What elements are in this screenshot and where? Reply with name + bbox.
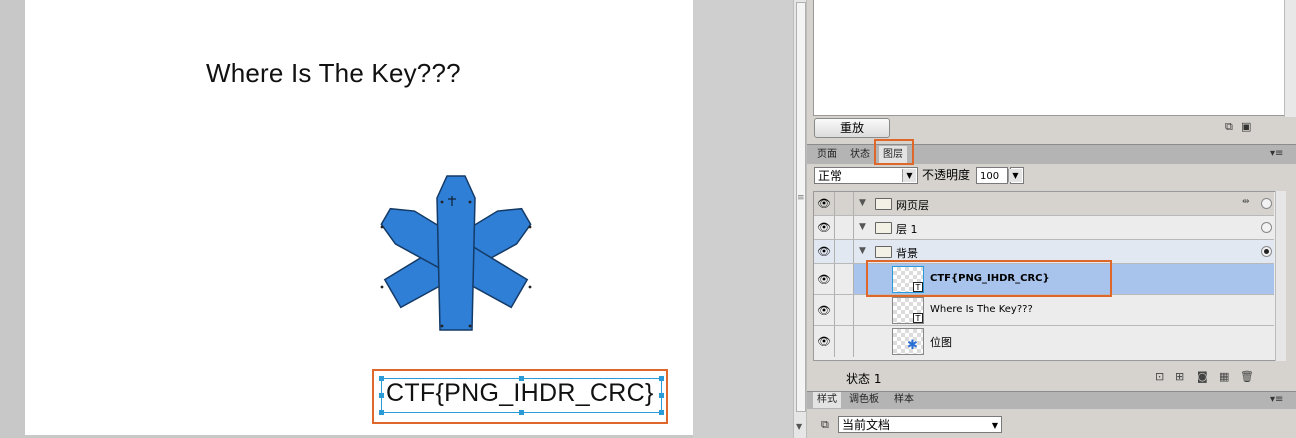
visibility-toggle[interactable]: 👁 [814,216,835,239]
opacity-label: 不透明度 [922,168,971,182]
expand-triangle-icon[interactable]: ▼ [859,246,866,256]
save-steps-icon[interactable]: ▣ [1241,120,1251,133]
coffin-star-bitmap[interactable] [368,172,544,342]
lock-toggle[interactable] [835,192,854,215]
new-bitmap-icon[interactable]: ▦ [1219,370,1229,383]
tab-styles[interactable]: 样式 [813,392,841,408]
bitmap-icon: ✱ [907,338,918,353]
lock-toggle[interactable] [835,264,854,294]
eye-icon: 👁 [817,335,831,348]
eye-icon: 👁 [817,245,831,258]
move-handle-icon[interactable]: ⇹ [1242,197,1250,207]
layer-row-layer1[interactable]: 👁 ▼ 层 1 [814,216,1274,240]
layer-row-bitmap[interactable]: 👁 ✱ 位图 [814,326,1274,357]
highlight-box-tab [874,139,914,165]
chevron-down-icon: ▼ [902,169,916,182]
layer-name: 网页层 [896,199,929,212]
styles-library-icon: ⧉ [821,418,829,431]
eye-icon: 👁 [817,304,831,317]
lock-toggle[interactable] [835,295,854,325]
tab-states[interactable]: 状态 [846,146,874,163]
canvas-title-text[interactable]: Where Is The Key??? [206,58,461,89]
tab-pages[interactable]: 页面 [813,146,841,163]
opacity-input[interactable]: 100 [976,167,1008,184]
layers-scrollbar[interactable] [1275,191,1286,361]
layer-name: Where Is The Key??? [930,304,1033,315]
layer-target-radio[interactable] [1261,222,1272,233]
styles-select-value: 当前文档 [842,418,891,432]
chevron-down-icon: ▼ [991,421,998,430]
history-scrollbar[interactable] [1284,0,1296,117]
panel-menu-icon[interactable]: ▾≡ [1270,148,1283,159]
layer-name: 背景 [896,247,918,260]
canvas-left-gutter [0,0,25,438]
layers-status-text: 状态 1 [846,372,882,386]
visibility-toggle[interactable]: 👁 [814,295,835,325]
expand-triangle-icon[interactable]: ▼ [859,198,866,208]
workspace-background [693,0,793,438]
visibility-toggle[interactable]: 👁 [814,240,835,263]
layer-row-title-text[interactable]: 👁 T Where Is The Key??? [814,295,1274,326]
layer-thumbnail: ✱ [892,328,924,355]
highlight-box-canvas [372,369,668,424]
scrollbar-thumb[interactable] [796,2,806,412]
lock-toggle[interactable] [835,326,854,357]
folder-icon [875,246,892,258]
styles-document-select[interactable]: 当前文档 ▼ [838,416,1002,433]
layer-target-radio[interactable] [1261,198,1272,209]
panel-menu-icon[interactable]: ▾≡ [1270,394,1283,405]
expand-triangle-icon[interactable]: ▼ [859,222,866,232]
visibility-toggle[interactable]: 👁 [814,264,835,294]
folder-icon [875,198,892,210]
layer-row-web[interactable]: 👁 ▼ 网页层 ⇹ [814,192,1274,216]
scroll-down-arrow-icon[interactable]: ▼ [796,422,802,431]
tab-palette[interactable]: 调色板 [845,392,883,408]
layer-target-radio[interactable] [1261,246,1272,257]
blend-mode-select[interactable]: 正常 ▼ [814,167,918,184]
canvas-vertical-scrollbar[interactable]: ≡ ▼ [793,0,807,438]
new-subfolder-icon[interactable]: ⊡ [1155,370,1164,383]
opacity-dropdown[interactable]: ▼ [1008,167,1024,184]
eye-icon: 👁 [817,221,831,234]
eye-icon: 👁 [817,197,831,210]
trash-icon[interactable]: 🗑 [1240,370,1254,383]
chevron-down-icon: ▼ [1008,169,1022,182]
folder-icon [875,222,892,234]
visibility-toggle[interactable]: 👁 [814,326,835,357]
highlight-box-layer [866,260,1112,297]
layer-thumbnail: T [892,297,924,324]
add-mask-icon[interactable]: ◙ [1197,370,1208,383]
scrollbar-grip-icon: ≡ [797,193,805,203]
tab-swatches[interactable]: 样本 [890,392,918,408]
copy-steps-icon[interactable]: ⧉ [1225,120,1233,134]
eye-icon: 👁 [817,273,831,286]
new-layer-icon[interactable]: ⊞ [1175,370,1184,383]
visibility-toggle[interactable]: 👁 [814,192,835,215]
lock-toggle[interactable] [835,216,854,239]
layer-name: 位图 [930,336,952,349]
blend-mode-value: 正常 [818,169,843,183]
replay-button[interactable]: 重放 [814,118,890,138]
lock-toggle[interactable] [835,240,854,263]
text-layer-icon: T [913,313,923,323]
history-list[interactable] [813,0,1285,116]
layer-name: 层 1 [896,223,918,236]
